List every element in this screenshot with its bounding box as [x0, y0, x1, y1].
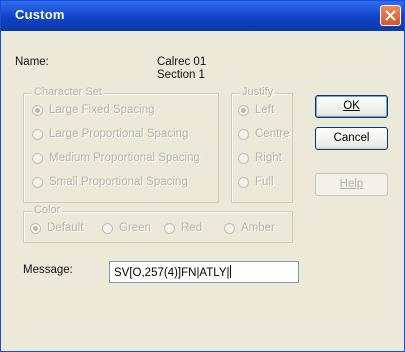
title-bar[interactable]: Custom: [1, 1, 404, 31]
radio-label: Default: [47, 222, 84, 234]
radio-selected-icon: [30, 222, 41, 234]
radio-justify-right[interactable]: Right: [238, 152, 282, 164]
ok-button-label: OK: [343, 100, 360, 112]
radio-color-default[interactable]: Default: [30, 222, 83, 234]
text-caret: [230, 265, 232, 278]
ok-button[interactable]: OK: [315, 95, 388, 118]
radio-label: Green: [119, 222, 151, 234]
radio-icon: [224, 222, 235, 234]
cancel-button[interactable]: Cancel: [315, 127, 388, 150]
message-label: Message:: [23, 264, 73, 276]
name-label: Name:: [15, 56, 49, 68]
character-set-group: Character Set Large Fixed Spacing Large …: [23, 86, 219, 203]
name-value-line2: Section 1: [157, 69, 205, 81]
radio-color-green[interactable]: Green: [102, 222, 151, 234]
radio-large-fixed-spacing[interactable]: Large Fixed Spacing: [32, 104, 154, 116]
radio-small-proportional-spacing[interactable]: Small Proportional Spacing: [32, 176, 188, 188]
radio-icon: [32, 176, 43, 188]
justify-group: Justify Left Centre Right Full: [231, 86, 293, 203]
radio-icon: [32, 128, 43, 140]
radio-icon: [238, 176, 249, 188]
radio-medium-proportional-spacing[interactable]: Medium Proportional Spacing: [32, 152, 200, 164]
radio-selected-icon: [32, 104, 43, 116]
help-button[interactable]: Help: [315, 173, 388, 196]
close-button[interactable]: [380, 5, 401, 26]
radio-label: Large Proportional Spacing: [49, 128, 189, 140]
radio-selected-icon: [238, 104, 249, 116]
radio-justify-full[interactable]: Full: [238, 176, 274, 188]
radio-icon: [164, 222, 175, 234]
radio-label: Amber: [241, 222, 275, 234]
radio-justify-left[interactable]: Left: [238, 104, 274, 116]
justify-group-label: Justify: [240, 86, 276, 98]
radio-icon: [32, 152, 43, 164]
radio-label: Centre: [255, 128, 290, 140]
radio-label: Large Fixed Spacing: [49, 104, 155, 116]
help-button-label: Help: [339, 178, 364, 190]
radio-label: Medium Proportional Spacing: [49, 152, 200, 164]
color-group: Color Default Green Red Amber: [23, 204, 293, 243]
radio-label: Full: [255, 176, 274, 188]
dialog-body: Name: Calrec 01 Section 1 Character Set …: [1, 31, 404, 351]
character-set-group-label: Character Set: [32, 86, 104, 98]
radio-label: Small Proportional Spacing: [49, 176, 188, 188]
window-title: Custom: [15, 7, 65, 22]
radio-large-proportional-spacing[interactable]: Large Proportional Spacing: [32, 128, 188, 140]
radio-icon: [102, 222, 113, 234]
radio-label: Red: [181, 222, 203, 234]
close-icon: [385, 10, 396, 21]
radio-justify-centre[interactable]: Centre: [238, 128, 290, 140]
radio-label: Left: [255, 104, 275, 116]
radio-icon: [238, 128, 249, 140]
custom-dialog: Custom Name: Calrec 01 Section 1 Charact…: [0, 0, 405, 352]
cancel-button-label: Cancel: [333, 132, 370, 144]
message-input[interactable]: SV[O,257(4)]FN|ATLY|: [109, 261, 299, 283]
radio-color-red[interactable]: Red: [164, 222, 202, 234]
radio-color-amber[interactable]: Amber: [224, 222, 275, 234]
name-value-line1: Calrec 01: [157, 56, 207, 68]
radio-icon: [238, 152, 249, 164]
message-value: SV[O,257(4)]FN|ATLY|: [114, 267, 230, 279]
color-group-label: Color: [32, 204, 63, 216]
radio-label: Right: [255, 152, 282, 164]
